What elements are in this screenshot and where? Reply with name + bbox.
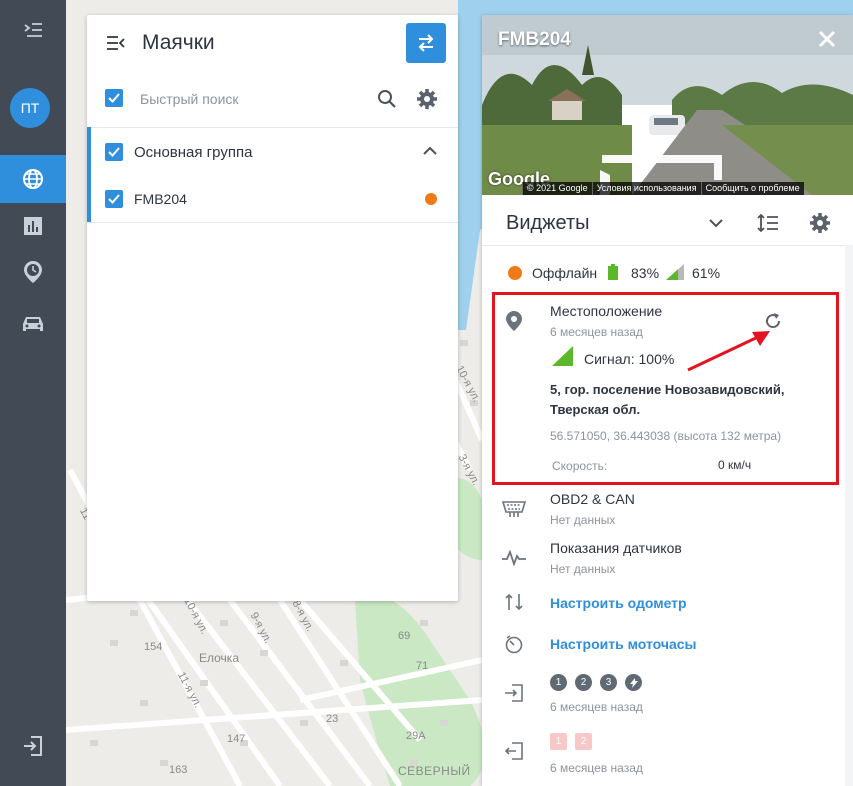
battery-value: 83% <box>631 265 660 281</box>
sidebar-item-reports[interactable] <box>0 202 66 250</box>
trackers-header: Маячки <box>87 15 458 71</box>
map-label: 29А <box>406 730 426 742</box>
bar-chart-icon <box>24 217 42 235</box>
transfer-button[interactable] <box>406 23 446 63</box>
input-badge: 1 <box>550 674 567 691</box>
sort-icon[interactable] <box>757 213 779 233</box>
pulse-icon <box>502 550 526 566</box>
signal-value: 61% <box>692 265 721 281</box>
trackers-panel: Маячки Быстрый поиск Основная группа FMB… <box>87 15 458 601</box>
check-icon <box>108 93 120 103</box>
divider <box>87 222 458 223</box>
sidebar-item-map[interactable] <box>0 155 66 203</box>
output-badge: 2 <box>575 733 592 750</box>
app-sidebar: ПТ <box>0 0 66 786</box>
status-label: Оффлайн <box>532 265 598 281</box>
map-label: 23 <box>326 713 339 725</box>
configure-odometer-link[interactable]: Настроить одометр <box>550 595 687 611</box>
car-icon <box>23 317 43 331</box>
logout-button[interactable] <box>0 722 66 770</box>
select-all-checkbox[interactable] <box>105 89 123 107</box>
sidebar-item-vehicles[interactable] <box>0 300 66 348</box>
group-label: Основная группа <box>134 144 253 161</box>
input-badges: 1 2 3 <box>550 674 646 691</box>
map-label: 69 <box>398 630 411 642</box>
sidebar-item-history[interactable] <box>0 248 66 296</box>
group-checkbox[interactable] <box>105 143 123 161</box>
highlight-box <box>492 292 839 485</box>
map-label: 147 <box>227 733 246 745</box>
chevron-down-icon[interactable] <box>709 218 723 228</box>
terms-link[interactable]: Условия использования <box>591 182 701 195</box>
output-badge: 1 <box>550 733 567 750</box>
divider <box>482 245 853 246</box>
widgets-title: Виджеты <box>506 212 590 234</box>
outputs-time: 6 месяцев назад <box>550 761 643 775</box>
device-title: FMB204 <box>498 29 571 50</box>
chevron-up-icon[interactable] <box>423 146 437 156</box>
streetview-footer: © 2021 Google Условия использования Сооб… <box>522 182 804 195</box>
map-label: 71 <box>416 660 429 672</box>
settings-gear-icon[interactable] <box>416 88 438 110</box>
copyright-text: © 2021 Google <box>522 182 592 195</box>
map-label: Елочка <box>199 651 239 665</box>
check-icon <box>108 194 120 204</box>
history-pin-icon <box>24 261 42 283</box>
expand-menu-icon <box>24 23 42 37</box>
battery-icon <box>608 264 618 280</box>
ignition-badge <box>625 674 642 691</box>
swap-icon <box>418 34 434 52</box>
map-label: 163 <box>169 764 188 776</box>
inputs-time: 6 месяцев назад <box>550 700 643 714</box>
odometer-icon <box>505 593 523 611</box>
input-badge: 3 <box>600 674 617 691</box>
obd-value: Нет данных <box>550 513 616 527</box>
offline-status-dot <box>508 266 522 280</box>
configure-engine-hours-link[interactable]: Настроить моточасы <box>550 636 697 652</box>
map-label: СЕВЕРНЫЙ <box>398 764 471 778</box>
map-label: 154 <box>144 641 163 653</box>
logout-icon <box>24 736 42 756</box>
signal-icon <box>666 264 684 280</box>
search-icon[interactable] <box>377 89 397 109</box>
collapse-panel-icon[interactable] <box>106 35 126 51</box>
close-icon[interactable] <box>815 27 839 51</box>
output-icon <box>504 742 523 760</box>
street-view-image[interactable]: FMB204 Google © 2021 Google Условия испо… <box>482 15 853 195</box>
obd-title: OBD2 & CAN <box>550 491 635 507</box>
menu-toggle-button[interactable] <box>0 6 66 54</box>
panel-title: Маячки <box>142 31 215 54</box>
device-name: FMB204 <box>134 191 187 207</box>
output-badges: 1 2 <box>550 733 596 750</box>
report-problem-link[interactable]: Сообщить о проблеме <box>700 182 804 195</box>
device-checkbox[interactable] <box>105 190 123 208</box>
annotation-arrow <box>687 331 770 372</box>
widget-settings-gear-icon[interactable] <box>809 212 831 234</box>
sensors-value: Нет данных <box>550 562 616 576</box>
scrollbar-track[interactable] <box>845 245 853 786</box>
obd-connector-icon <box>502 501 526 517</box>
check-icon <box>108 147 120 157</box>
quick-search-input[interactable]: Быстрый поиск <box>140 91 239 107</box>
sensors-title: Показания датчиков <box>550 540 682 556</box>
user-avatar[interactable]: ПТ <box>10 88 50 128</box>
timer-icon <box>505 635 523 654</box>
input-badge: 2 <box>575 674 592 691</box>
input-icon <box>505 684 523 702</box>
lightning-icon <box>629 677 638 688</box>
device-status-dot <box>425 193 437 205</box>
globe-icon <box>23 169 43 189</box>
